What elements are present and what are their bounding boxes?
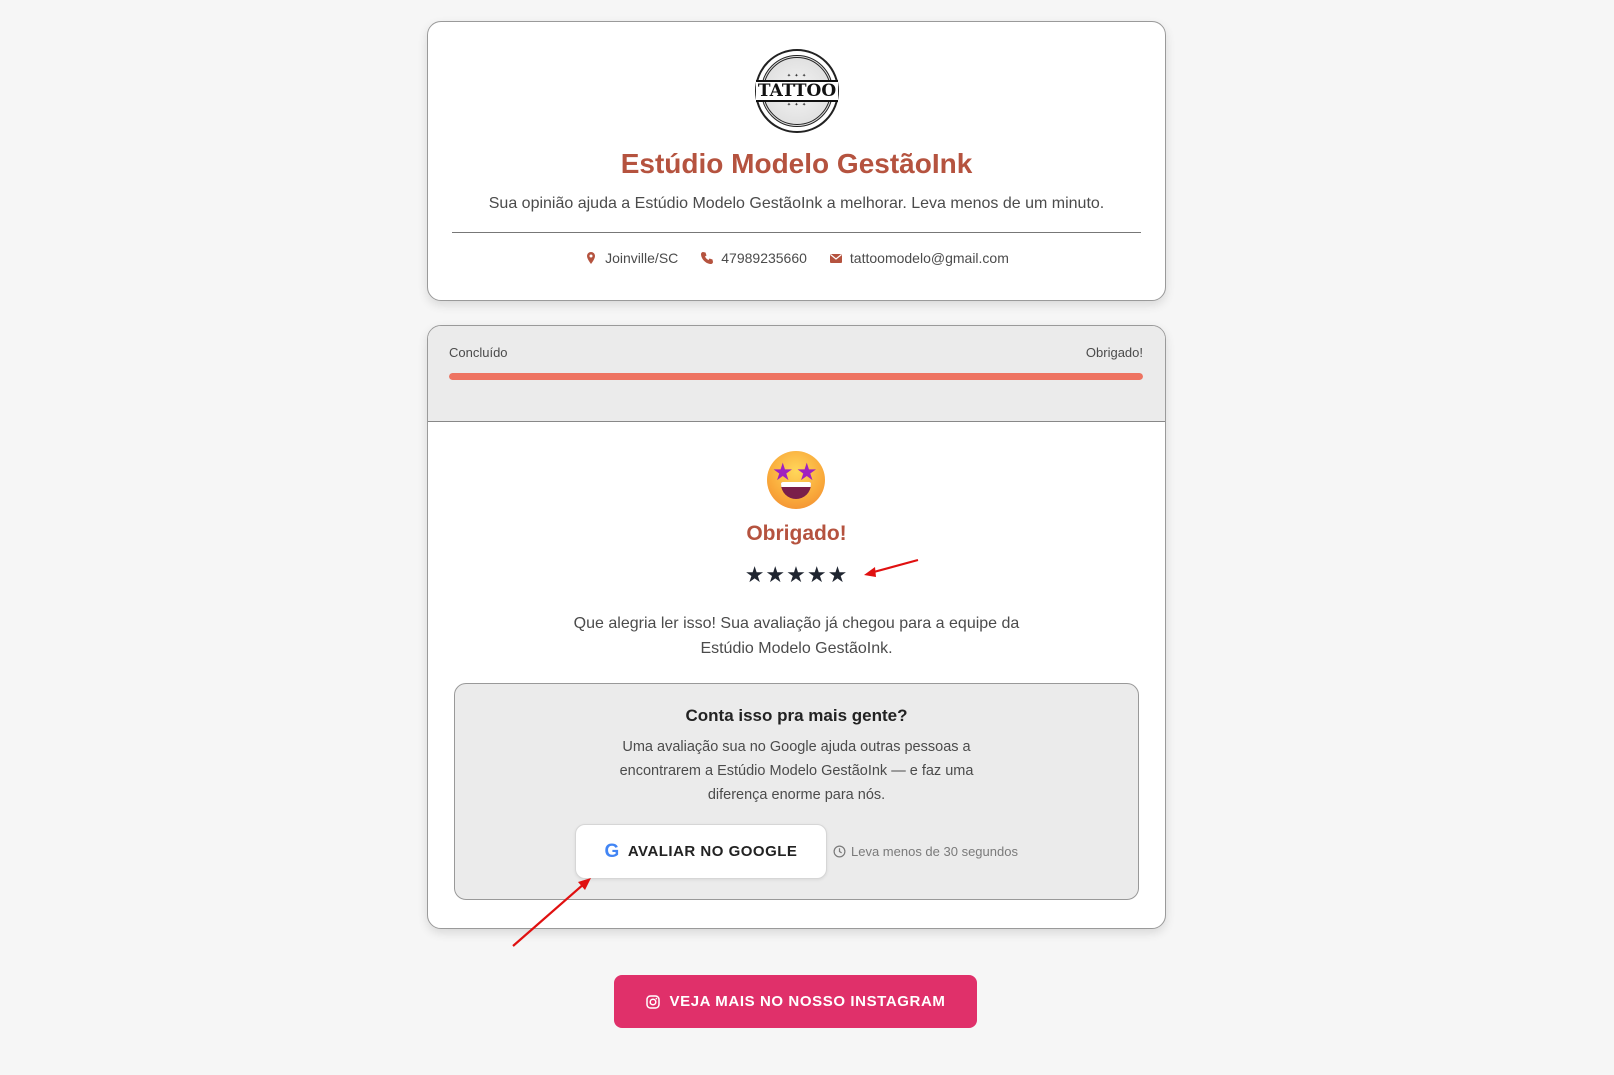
- star-struck-emoji-icon: ★ ★: [767, 451, 825, 509]
- progress-step-label: Obrigado!: [1085, 345, 1143, 360]
- time-hint-text: Leva menos de 30 segundos: [851, 844, 1018, 859]
- google-box-title: Conta isso pra mais gente?: [685, 706, 908, 725]
- studio-title: Estúdio Modelo GestãoInk: [620, 148, 973, 179]
- studio-subtitle: Sua opinião ajuda a Estúdio Modelo Gestã…: [488, 195, 1105, 212]
- feedback-result-card: Concluído Obrigado! ★ ★ Obrigado! ★★★★★ …: [427, 325, 1166, 929]
- studio-header-card: ✦ ✦ ✦ TATTOO ✦ ✦ ✦ Estúdio Modelo Gestão…: [427, 21, 1166, 301]
- logo-text: TATTOO: [755, 80, 839, 102]
- progress-status-label: Concluído: [449, 345, 508, 360]
- phone-text: 47989235660: [721, 250, 807, 266]
- instagram-button[interactable]: VEJA MAIS NO NOSSO INSTAGRAM: [614, 975, 977, 1028]
- contact-email[interactable]: tattoomodelo@gmail.com: [829, 250, 1009, 266]
- star-rating: ★★★★★: [744, 562, 849, 587]
- email-text: tattoomodelo@gmail.com: [849, 250, 1009, 266]
- progress-section: Concluído Obrigado!: [428, 326, 1165, 422]
- thanks-heading: Obrigado!: [746, 522, 847, 545]
- contact-location: Joinville/SC: [584, 250, 678, 266]
- instagram-icon: [645, 994, 660, 1009]
- thanks-message: Que alegria ler isso! Sua avaliação já c…: [573, 615, 1020, 657]
- studio-logo: ✦ ✦ ✦ TATTOO ✦ ✦ ✦: [755, 49, 839, 133]
- envelope-icon: [829, 254, 842, 263]
- google-review-box: Conta isso pra mais gente? Uma avaliação…: [454, 683, 1139, 900]
- clock-icon: [833, 845, 846, 858]
- instagram-button-label: VEJA MAIS NO NOSSO INSTAGRAM: [669, 993, 946, 1010]
- contact-list: Joinville/SC 47989235660 tattoomodelo@gm…: [428, 250, 1165, 266]
- google-box-text: Uma avaliação sua no Google ajuda outras…: [619, 739, 974, 803]
- map-pin-icon: [587, 252, 596, 264]
- progress-bar: [449, 373, 1143, 380]
- google-button-label: AVALIAR NO GOOGLE: [627, 843, 798, 860]
- header-divider: [452, 232, 1141, 233]
- location-text: Joinville/SC: [605, 250, 679, 266]
- contact-phone[interactable]: 47989235660: [700, 250, 807, 266]
- google-icon: G: [604, 840, 620, 862]
- phone-icon: [701, 252, 714, 264]
- google-review-button[interactable]: G AVALIAR NO GOOGLE: [575, 824, 827, 879]
- progress-bar-fill: [449, 373, 1143, 380]
- time-hint: Leva menos de 30 segundos: [833, 844, 1018, 859]
